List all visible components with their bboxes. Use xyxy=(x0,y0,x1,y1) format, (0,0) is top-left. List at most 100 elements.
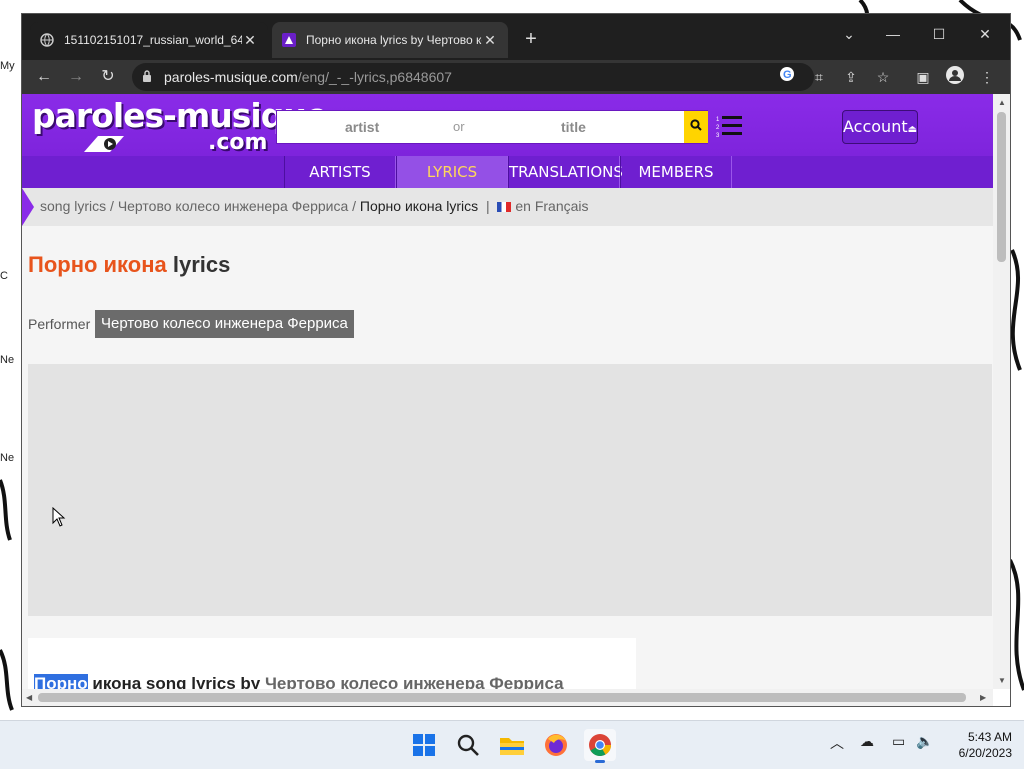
url-text[interactable]: paroles-musique.com/eng/_-_-lyrics,p6848… xyxy=(164,69,452,85)
account-user-icon: ⏏ xyxy=(907,124,918,135)
search-icon[interactable] xyxy=(452,729,484,761)
page-title: Порно икона lyrics xyxy=(28,252,230,278)
chrome-icon[interactable] xyxy=(584,729,616,763)
nav-members[interactable]: MEMBERS xyxy=(620,156,732,188)
lyrics-heading-text: икона song lyrics by xyxy=(87,674,265,689)
page-title-suffix: lyrics xyxy=(172,252,231,277)
scroll-up-icon[interactable]: ▲ xyxy=(998,98,1006,107)
profile-icon[interactable] xyxy=(944,66,966,88)
network-icon[interactable]: ▭ xyxy=(892,733,905,750)
clock-time: 5:43 AM xyxy=(967,730,1012,744)
chevron-up-icon[interactable]: ︿ xyxy=(830,733,844,753)
breadcrumb-language-link[interactable]: en Français xyxy=(515,198,588,214)
french-flag-icon xyxy=(497,202,512,213)
mouse-cursor-icon xyxy=(52,507,66,527)
file-explorer-icon[interactable] xyxy=(496,729,528,761)
breadcrumb-current: Порно икона lyrics xyxy=(359,198,479,214)
site-favicon-icon xyxy=(282,33,296,47)
site-logo-suffix: .com xyxy=(208,130,268,155)
system-clock[interactable]: 5:43 AM 6/20/2023 xyxy=(944,729,1012,761)
side-panel-icon[interactable]: ▣ xyxy=(912,66,934,88)
bookmark-star-icon[interactable]: ☆ xyxy=(872,66,894,88)
search-title-placeholder: title xyxy=(561,119,586,135)
back-arrow-icon[interactable]: ← xyxy=(32,65,56,89)
firefox-icon[interactable] xyxy=(540,729,572,761)
nav-lyrics[interactable]: LYRICS xyxy=(396,156,508,188)
performer-label: Performer xyxy=(28,316,91,332)
tab-title: 151102151017_russian_world_64 xyxy=(64,33,242,47)
lyrics-card: Порно икона song lyrics by Чертово колес… xyxy=(28,638,636,689)
minimize-button[interactable]: — xyxy=(870,20,916,48)
svg-text:1: 1 xyxy=(716,117,720,123)
url-path: /eng/_-_-lyrics,p6848607 xyxy=(297,69,452,85)
ranking-menu-icon[interactable]: 1 2 3 xyxy=(716,114,744,138)
breadcrumb-separator: / xyxy=(348,198,360,214)
desktop-icon-label[interactable]: Ne xyxy=(0,354,14,366)
breadcrumb-artist[interactable]: Чертово колесо инженера Ферриса xyxy=(118,198,348,214)
horizontal-scrollbar[interactable]: ◀ ▶ xyxy=(22,689,993,706)
breadcrumb: song lyrics / Чертово колесо инженера Фе… xyxy=(22,188,993,226)
site-header: paroles-musique .com artist or title 1 2… xyxy=(22,94,993,156)
desktop-icon-label[interactable]: C xyxy=(0,270,8,282)
desktop-icon-label[interactable]: Ne xyxy=(0,452,14,464)
onedrive-icon[interactable]: ☁ xyxy=(860,733,874,750)
scroll-left-icon[interactable]: ◀ xyxy=(26,693,32,702)
volume-icon[interactable]: 🔈 xyxy=(916,733,933,750)
lock-icon xyxy=(143,70,151,82)
svg-text:2: 2 xyxy=(716,125,720,131)
url-domain: paroles-musique.com xyxy=(164,69,298,85)
globe-icon xyxy=(40,33,54,47)
search-icon xyxy=(690,119,702,131)
close-window-button[interactable]: ✕ xyxy=(962,20,1008,48)
clock-date: 6/20/2023 xyxy=(958,746,1012,760)
close-tab-icon[interactable]: ✕ xyxy=(242,32,258,49)
taskbar: ︿ ☁ ▭ 🔈 5:43 AM 6/20/2023 xyxy=(0,720,1024,769)
breadcrumb-song-lyrics[interactable]: song lyrics xyxy=(40,198,106,214)
lyrics-heading: Порно икона song lyrics by Чертово колес… xyxy=(34,674,564,689)
vertical-scrollbar[interactable]: ▲ ▼ xyxy=(993,94,1010,689)
search-input[interactable]: artist or title xyxy=(276,110,708,144)
browser-window: 151102151017_russian_world_64 ✕ Порно ик… xyxy=(22,14,1010,706)
start-icon[interactable] xyxy=(408,729,440,761)
lyrics-heading-selected: Порно xyxy=(34,674,88,689)
new-tab-button[interactable]: + xyxy=(520,28,542,50)
share-icon[interactable]: ⇪ xyxy=(840,66,862,88)
forward-arrow-icon[interactable]: → xyxy=(64,65,88,89)
breadcrumb-divider: | xyxy=(485,198,490,214)
nav-artists[interactable]: ARTISTS xyxy=(284,156,396,188)
svg-text:G: G xyxy=(783,69,792,81)
search-or-label: or xyxy=(453,119,465,134)
google-icon[interactable]: G xyxy=(776,66,798,88)
account-button[interactable]: Account⏏ xyxy=(842,110,918,144)
breadcrumb-arrow xyxy=(22,188,34,226)
site-nav: ARTISTS LYRICS TRANSLATIONS MEMBERS xyxy=(22,156,993,188)
browser-toolbar: ← → ↻ paroles-musique.com/eng/_-_-lyrics… xyxy=(22,60,1010,94)
performer-link[interactable]: Чертово колесо инженера Ферриса xyxy=(95,310,354,338)
scroll-down-icon[interactable]: ▼ xyxy=(998,676,1006,685)
desktop-icon-label[interactable]: My xyxy=(0,60,15,72)
tab-active[interactable]: Порно икона lyrics by Чертово колесо ✕ xyxy=(272,22,508,58)
nav-translations[interactable]: TRANSLATIONS xyxy=(508,156,623,188)
tab-title: Порно икона lyrics by Чертово колесо xyxy=(306,33,482,47)
address-bar[interactable]: paroles-musique.com/eng/_-_-lyrics,p6848… xyxy=(132,63,814,91)
page-viewport: paroles-musique .com artist or title 1 2… xyxy=(22,94,993,689)
horizontal-scroll-thumb[interactable] xyxy=(38,693,966,702)
translate-icon[interactable]: ⌗ xyxy=(808,66,830,88)
close-tab-icon[interactable]: ✕ xyxy=(482,32,498,49)
menu-dots-icon[interactable]: ⋮ xyxy=(976,66,998,88)
tab-search-chevron-icon[interactable]: ⌄ xyxy=(826,20,872,48)
logo-play-icon xyxy=(84,136,124,152)
ad-placeholder xyxy=(28,364,992,616)
maximize-button[interactable]: ☐ xyxy=(916,20,962,48)
tab-inactive[interactable]: 151102151017_russian_world_64 ✕ xyxy=(30,22,268,58)
account-label: Account xyxy=(843,117,908,136)
search-artist-placeholder: artist xyxy=(345,119,380,135)
reload-icon[interactable]: ↻ xyxy=(96,65,120,89)
vertical-scroll-thumb[interactable] xyxy=(997,112,1006,262)
search-button[interactable] xyxy=(684,111,708,143)
scroll-right-icon[interactable]: ▶ xyxy=(980,693,986,702)
page-title-song: Порно икона xyxy=(28,252,167,277)
lyrics-heading-artist[interactable]: Чертово колесо инженера Ферриса xyxy=(265,674,564,689)
svg-text:3: 3 xyxy=(716,133,720,138)
tab-strip: 151102151017_russian_world_64 ✕ Порно ик… xyxy=(22,14,1010,60)
